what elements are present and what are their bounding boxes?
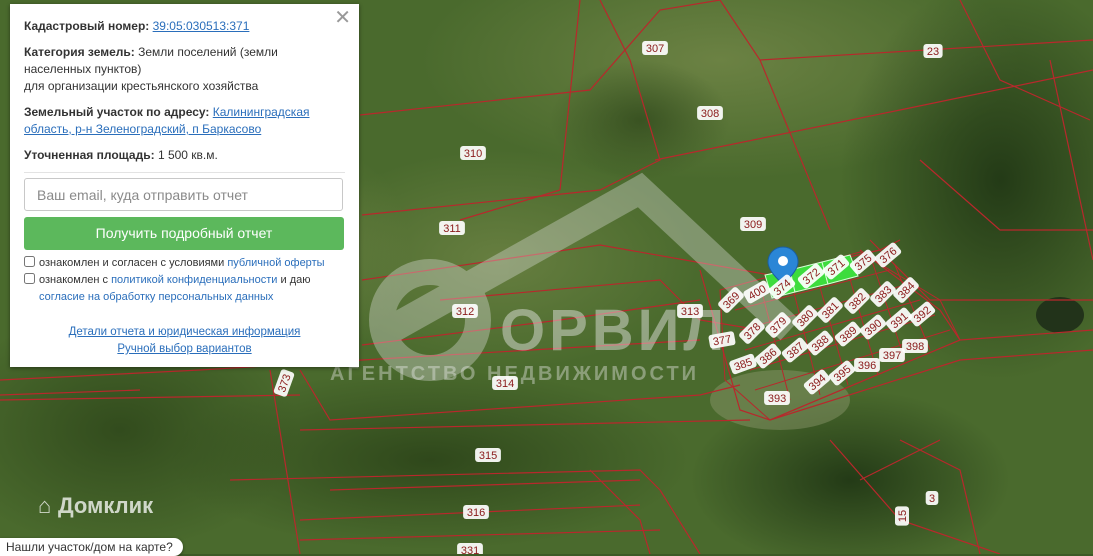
consent-privacy-text-b: и даю xyxy=(280,274,311,286)
category-row: Категория земель: Земли поселений (земли… xyxy=(24,44,339,95)
parcel-label-393[interactable]: 393 xyxy=(764,391,790,405)
privacy-policy-link[interactable]: политикой конфиденциальности xyxy=(111,274,277,286)
parcel-label-312[interactable]: 312 xyxy=(452,304,478,318)
parcel-label-text: 308 xyxy=(701,108,719,120)
parcel-label-text: 315 xyxy=(479,450,497,462)
consent-privacy-row: ознакомлен с политикой конфиденциальност… xyxy=(24,272,354,306)
parcel-label-310[interactable]: 310 xyxy=(460,146,486,160)
cadastral-number-link[interactable]: 39:05:030513:371 xyxy=(153,19,250,33)
public-offer-link[interactable]: публичной оферты xyxy=(227,257,324,269)
parcel-label-308[interactable]: 308 xyxy=(697,106,723,120)
address-link-1[interactable]: Калининградская xyxy=(213,105,310,119)
parcel-label-23[interactable]: 23 xyxy=(923,44,943,58)
parcel-label-397[interactable]: 397 xyxy=(879,348,905,362)
parcel-label-text: 15 xyxy=(897,510,909,522)
parcel-label-text: 311 xyxy=(443,223,461,235)
parcel-label-316[interactable]: 316 xyxy=(463,505,489,519)
divider xyxy=(24,172,345,173)
area-value: 1 500 кв.м. xyxy=(157,148,218,162)
parcel-label-text: 307 xyxy=(646,43,664,55)
domklik-logo-text: Домклик xyxy=(57,493,154,518)
parcel-label-text: 310 xyxy=(464,148,482,160)
consent-privacy-text: ознакомлен с xyxy=(39,274,109,286)
category-value-3: для организации крестьянского хозяйства xyxy=(24,79,259,93)
parcel-label-text: 398 xyxy=(906,341,924,353)
consent-offer-row: ознакомлен и согласен с условиями публич… xyxy=(24,255,354,272)
parcel-label-314[interactable]: 314 xyxy=(492,376,518,390)
category-value-1: Земли поселений (земли xyxy=(138,45,278,59)
parcel-label-3[interactable]: 3 xyxy=(925,491,939,505)
house-logo-icon: ⌂ xyxy=(38,493,52,518)
parcel-label-text: 396 xyxy=(858,360,876,372)
parcel-label-398[interactable]: 398 xyxy=(902,339,928,353)
found-parcel-prompt[interactable]: Нашли участок/дом на карте? xyxy=(0,538,183,556)
address-link-2[interactable]: область, р-н Зеленоградский, п Баркасово xyxy=(24,122,261,136)
parcel-info-panel: ✕ Кадастровый номер: 39:05:030513:371 Ка… xyxy=(10,4,359,367)
parcel-label-311[interactable]: 311 xyxy=(439,221,465,235)
cadastral-label: Кадастровый номер: xyxy=(24,19,150,33)
data-processing-consent-link[interactable]: согласие на обработку персональных данны… xyxy=(39,291,273,303)
parcel-label-text: 331 xyxy=(461,545,479,554)
domklik-logo: ⌂ Домклик xyxy=(38,492,153,520)
get-report-button[interactable]: Получить подробный отчет xyxy=(24,217,344,250)
parcel-label-text: 3 xyxy=(929,493,935,505)
cadastral-row: Кадастровый номер: 39:05:030513:371 xyxy=(24,18,339,35)
email-input[interactable] xyxy=(24,178,343,211)
manual-selection-link[interactable]: Ручной выбор вариантов xyxy=(117,343,251,355)
parcel-label-307[interactable]: 307 xyxy=(642,41,668,55)
parcel-label-315[interactable]: 315 xyxy=(475,448,501,462)
parcel-label-text: 312 xyxy=(456,306,474,318)
parcel-label-text: 309 xyxy=(744,219,762,231)
parcel-label-396[interactable]: 396 xyxy=(854,358,880,372)
area-label: Уточненная площадь: xyxy=(24,148,155,162)
parcel-label-text: 314 xyxy=(496,378,514,390)
parcel-label-313[interactable]: 313 xyxy=(677,304,703,318)
manual-link-row: Ручной выбор вариантов xyxy=(10,343,359,355)
category-value-2: населенных пунктов) xyxy=(24,62,142,76)
category-label: Категория земель: xyxy=(24,45,135,59)
consent-offer-text: ознакомлен и согласен с условиями xyxy=(39,257,225,269)
parcel-label-text: 397 xyxy=(883,350,901,362)
consent-offer-checkbox[interactable] xyxy=(24,256,35,267)
parcel-label-text: 393 xyxy=(768,393,786,405)
address-label: Земельный участок по адресу: xyxy=(24,105,210,119)
parcel-label-309[interactable]: 309 xyxy=(740,217,766,231)
consent-privacy-checkbox[interactable] xyxy=(24,273,35,284)
parcel-label-text: 313 xyxy=(681,306,699,318)
parcel-label-331[interactable]: 331 xyxy=(457,543,483,554)
area-row: Уточненная площадь: 1 500 кв.м. xyxy=(24,147,339,164)
parcel-label-text: 23 xyxy=(927,46,939,58)
parcel-label-text: 316 xyxy=(467,507,485,519)
report-details-link[interactable]: Детали отчета и юридическая информация xyxy=(69,326,301,338)
details-link-row: Детали отчета и юридическая информация xyxy=(10,326,359,338)
address-row: Земельный участок по адресу: Калининград… xyxy=(24,104,339,138)
parcel-label-15[interactable]: 15 xyxy=(895,506,909,526)
